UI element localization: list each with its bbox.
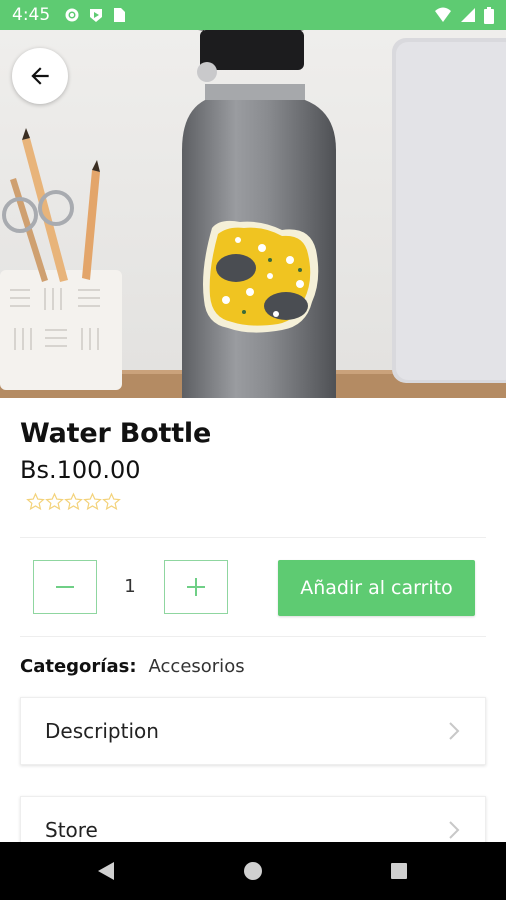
back-button[interactable] <box>12 48 68 104</box>
sticker-decoration <box>203 220 319 333</box>
battery-icon <box>484 6 494 24</box>
decrement-button[interactable] <box>33 560 97 614</box>
star-icon <box>83 492 102 511</box>
navigation-bar <box>0 842 506 900</box>
square-recents-icon <box>391 863 407 879</box>
minus-icon <box>56 586 74 588</box>
category-row: Categorías: Accesorios <box>20 656 245 677</box>
signal-icon <box>461 8 475 22</box>
chevron-right-icon <box>449 821 460 839</box>
star-icon <box>26 492 45 511</box>
product-title: Water Bottle <box>20 418 212 449</box>
sim-card-icon <box>114 8 126 22</box>
quantity-value: 1 <box>124 576 136 597</box>
divider <box>20 636 486 637</box>
plus-icon <box>187 578 205 596</box>
increment-button[interactable] <box>164 560 228 614</box>
triangle-back-icon <box>98 862 114 880</box>
chevron-right-icon <box>449 722 460 740</box>
nav-back-button[interactable] <box>76 842 136 900</box>
star-icon <box>102 492 121 511</box>
category-value: Accesorios <box>148 656 245 677</box>
divider <box>20 537 486 538</box>
add-to-cart-button[interactable]: Añadir al carrito <box>278 560 475 616</box>
description-label: Description <box>45 719 159 743</box>
water-bottle-photo <box>0 30 506 398</box>
circle-home-icon <box>244 862 262 880</box>
star-icon <box>64 492 83 511</box>
status-bar: 4:45 <box>0 0 506 30</box>
description-card[interactable]: Description <box>20 697 486 765</box>
settings-icon <box>65 8 79 22</box>
nav-home-button[interactable] <box>223 842 283 900</box>
product-price: Bs.100.00 <box>20 456 141 484</box>
rating-stars <box>26 492 121 511</box>
category-label: Categorías: <box>20 656 137 677</box>
store-label: Store <box>45 818 98 842</box>
product-image <box>0 30 506 398</box>
wifi-icon <box>435 7 451 22</box>
star-icon <box>45 492 64 511</box>
nav-recents-button[interactable] <box>369 842 429 900</box>
arrow-back-icon <box>31 67 49 85</box>
status-time: 4:45 <box>12 5 51 25</box>
play-protect-icon <box>90 9 103 22</box>
